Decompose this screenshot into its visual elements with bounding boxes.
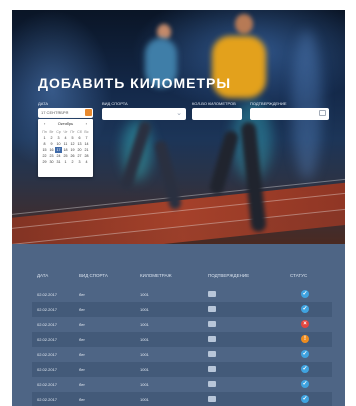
table-row: 02.02.2017 бег 1001 × (32, 317, 332, 332)
table-row: 02.02.2017 бег 1001 ✓ (32, 302, 332, 317)
row-km: 1001 (140, 352, 149, 357)
table-row: 02.02.2017 бег 1001 ✓ (32, 287, 332, 302)
hero-banner: ДОБАВИТЬ КИЛОМЕТРЫ ДАТА ВИД СПОРТА КОЛ-В… (12, 10, 345, 244)
row-km: 1001 (140, 292, 149, 297)
table-row: 02.02.2017 бег 1001 ✓ (32, 347, 332, 362)
row-date: 02.02.2017 (37, 322, 58, 327)
image-icon[interactable] (208, 381, 216, 387)
km-history-table: ДАТА ВИД СПОРТА КИЛОМЕТРАЖ ПОДТВЕРЖДЕНИЕ… (12, 244, 345, 406)
row-date: 02.02.2017 (37, 367, 58, 372)
image-upload-icon[interactable] (319, 110, 326, 116)
row-date: 02.02.2017 (37, 352, 58, 357)
calendar-icon[interactable] (85, 109, 92, 116)
calendar-day[interactable]: 31 (55, 159, 62, 165)
image-icon[interactable] (208, 321, 216, 327)
row-sport: бег (79, 382, 85, 387)
chevron-down-icon: ⌄ (176, 110, 182, 117)
date-label: ДАТА (38, 101, 49, 106)
proof-upload-field[interactable] (250, 108, 329, 120)
chevron-left-icon[interactable]: ‹ (44, 121, 45, 126)
page-title: ДОБАВИТЬ КИЛОМЕТРЫ (38, 75, 232, 91)
row-km: 1001 (140, 367, 149, 372)
km-label: КОЛ-ВО КИЛОМЕТРОВ (192, 101, 236, 106)
row-date: 02.02.2017 (37, 397, 58, 402)
row-km: 1001 (140, 307, 149, 312)
table-row: 02.02.2017 бег 1001 ✓ (32, 392, 332, 406)
page-frame: ДОБАВИТЬ КИЛОМЕТРЫ ДАТА ВИД СПОРТА КОЛ-В… (12, 10, 345, 406)
row-date: 02.02.2017 (37, 307, 58, 312)
row-sport: бег (79, 307, 85, 312)
sport-select[interactable]: ⌄ (102, 108, 186, 120)
header-km: КИЛОМЕТРАЖ (140, 273, 172, 278)
image-icon[interactable] (208, 306, 216, 312)
row-date: 02.02.2017 (37, 337, 58, 342)
image-icon[interactable] (208, 366, 216, 372)
row-sport: бег (79, 352, 85, 357)
row-sport: бег (79, 292, 85, 297)
table-row: 02.02.2017 бег 1001! (32, 332, 332, 347)
image-icon[interactable] (208, 291, 216, 297)
row-km: 1001 (140, 382, 149, 387)
row-sport: бег (79, 337, 85, 342)
header-proof: ПОДТВЕРЖДЕНИЕ (208, 273, 250, 278)
calendar-grid: Пн Вт Ср Чт Пт Сб Вс 1 2 3 4 5 6 7 8 9 10 11 12 13 14 15 16 17 1… (41, 129, 90, 165)
row-km: 1001 (140, 397, 149, 402)
row-km: 1001 (140, 337, 149, 342)
check-circle-icon: ✓ (301, 290, 309, 298)
date-picker-calendar: ‹ Октябрь › Пн Вт Ср Чт Пт Сб Вс 1 2 3 4 5 6 7 8 9 10 11 1… (38, 119, 93, 177)
row-sport: бег (79, 322, 85, 327)
header-date: ДАТА (37, 273, 49, 278)
calendar-day[interactable]: 1 (62, 159, 69, 165)
calendar-day[interactable]: 4 (83, 159, 90, 165)
row-sport: бег (79, 397, 85, 402)
image-icon[interactable] (208, 396, 216, 402)
calendar-header: ‹ Октябрь › (38, 121, 93, 127)
app-root: ДОБАВИТЬ КИЛОМЕТРЫ ДАТА ВИД СПОРТА КОЛ-В… (0, 0, 356, 406)
sport-label: ВИД СПОРТА (102, 101, 128, 106)
calendar-month: Октябрь (57, 121, 74, 126)
check-circle-icon: ✓ (301, 365, 309, 373)
check-circle-icon: ✓ (301, 395, 309, 403)
image-icon[interactable] (208, 351, 216, 357)
image-icon[interactable] (208, 336, 216, 342)
table-row: 02.02.2017 бег 1001 ✓ (32, 377, 332, 392)
runner-left-leg (153, 139, 183, 211)
clock-circle-icon: ! (301, 335, 309, 343)
check-circle-icon: ✓ (301, 380, 309, 388)
proof-label: ПОДТВЕРЖДЕНИЕ (250, 101, 287, 106)
light-streak (292, 30, 322, 180)
chevron-right-icon[interactable]: › (86, 121, 87, 126)
x-circle-icon: × (301, 320, 309, 328)
row-date: 02.02.2017 (37, 292, 58, 297)
table-header: ДАТА ВИД СПОРТА КИЛОМЕТРАЖ ПОДТВЕРЖДЕНИЕ… (12, 270, 345, 282)
row-sport: бег (79, 367, 85, 372)
calendar-day[interactable]: 3 (76, 159, 83, 165)
check-circle-icon: ✓ (301, 305, 309, 313)
row-date: 02.02.2017 (37, 382, 58, 387)
header-status: СТАТУС (290, 273, 308, 278)
km-input[interactable] (192, 108, 242, 120)
row-km: 1001 (140, 322, 149, 327)
table-row: 02.02.2017 бег 1001 ✓ (32, 362, 332, 377)
check-circle-icon: ✓ (301, 350, 309, 358)
calendar-day[interactable]: 30 (48, 159, 55, 165)
calendar-day[interactable]: 2 (69, 159, 76, 165)
header-sport: ВИД СПОРТА (79, 273, 108, 278)
runner-right-head (235, 14, 253, 34)
calendar-day[interactable]: 29 (41, 159, 48, 165)
